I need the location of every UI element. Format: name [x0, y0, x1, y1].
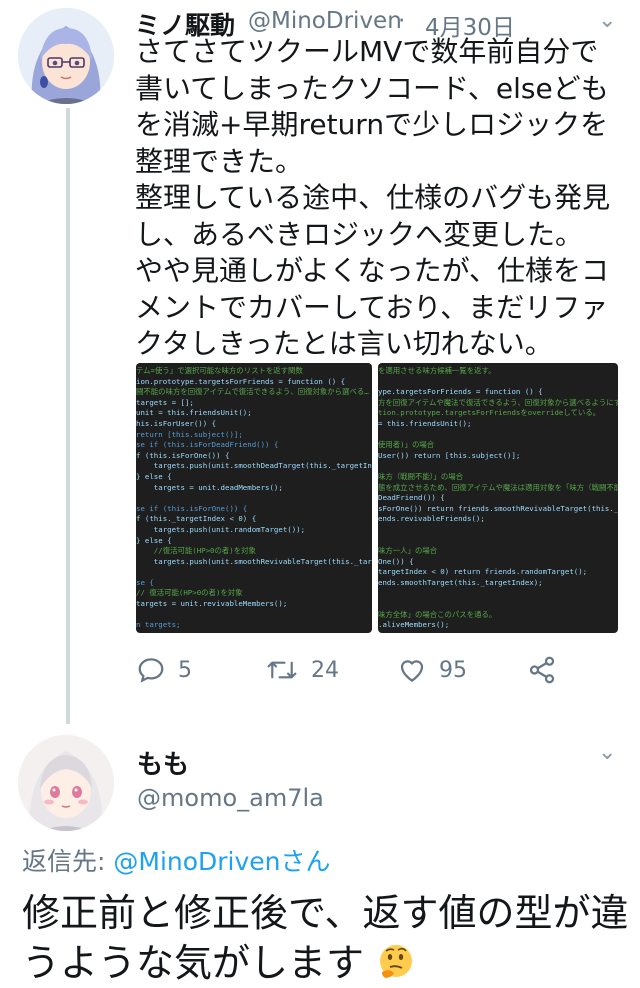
code-line: 方を回復アイテムや魔法で復活できるよう、回復対象から選べるようにする — [378, 397, 618, 407]
code-line: // 復活可能(HP>0の者)を対象 — [136, 588, 243, 598]
code-line: targets = []; — [136, 397, 194, 407]
avatar-illustration — [18, 8, 114, 104]
share-button[interactable] — [527, 655, 557, 685]
replying-to-user-link[interactable]: @MinoDrivenさん — [113, 847, 330, 876]
code-line: を適用させる味方候補一覧を返す。 — [378, 366, 496, 375]
reply-text: 修正前と修正後で、返す値の型が違うような気がします — [22, 891, 629, 985]
retweet-count: 24 — [311, 657, 339, 683]
code-line: se if (this.isForDeadFriend()) { — [136, 440, 279, 450]
code-line: targets = unit.deadMembers(); — [136, 482, 283, 492]
reply-display-name[interactable]: もも — [137, 744, 189, 781]
code-line: targets.push(unit.smoothRevivableTarget(… — [136, 556, 372, 566]
code-line: his.isForUser()) { — [136, 418, 217, 428]
meta-separator: · — [398, 8, 406, 34]
code-line: テム=使う」で選択可能な味方のリストを返す関数 — [136, 366, 303, 375]
code-line: 使用者)」の場合 — [378, 440, 435, 450]
code-line: 味方全体」の場合このパスを通る。 — [378, 609, 497, 619]
chevron-down-icon[interactable]: ⌄ — [598, 10, 616, 32]
reply-button[interactable]: 5 — [136, 655, 192, 685]
reply-avatar-illustration — [18, 735, 114, 831]
code-line: tion.prototype.targetsForFriendsをoverrid… — [378, 408, 601, 418]
reply-avatar[interactable] — [18, 735, 114, 831]
tweet-text: さてさてツクールMVで数年前自分で書いてしまったクソコード、elseどもを消滅+… — [135, 35, 611, 360]
code-line: = this.friendsUnit(); — [378, 418, 472, 428]
like-count: 95 — [439, 657, 467, 683]
code-line: targets.push(unit.smoothDeadTarget(this.… — [153, 461, 372, 471]
code-screenshot-right[interactable]: を適用させる味方候補一覧を返す。 ype.targetsForFriends =… — [378, 363, 618, 633]
like-button[interactable]: 95 — [397, 655, 467, 685]
reply-chevron-down-icon[interactable]: ⌄ — [598, 742, 616, 764]
code-line: targets.push(unit.randomTarget()); — [136, 524, 306, 534]
heart-icon — [400, 660, 424, 682]
thinking-face-emoji — [380, 945, 413, 978]
code-line: 闘不能の味方を回復アイテムで復活できるよう、回復対象から選べる… — [136, 387, 369, 397]
code-screenshot-left[interactable]: テム=使う」で選択可能な味方のリストを返す関数 ion.prototype.tar… — [136, 363, 372, 633]
retweet-icon — [267, 661, 297, 679]
code-line: ends.revivableFriends(); — [378, 514, 485, 524]
code-line: n targets; — [136, 620, 181, 630]
code-line: } else { — [136, 471, 172, 481]
code-line: } else { — [136, 535, 172, 545]
reply-text-block: 修正前と修正後で、返す値の型が違うような気がします — [22, 888, 632, 988]
code-text-left: テム=使う」で選択可能な味方のリストを返す関数 ion.prototype.tar… — [136, 363, 372, 631]
avatar[interactable] — [18, 8, 114, 104]
replying-to-label: 返信先: — [22, 847, 114, 876]
reply-count: 5 — [178, 657, 192, 683]
code-line: targets = unit.revivableMembers(); — [136, 599, 288, 609]
reply-user-handle[interactable]: @momo_am7la — [137, 784, 324, 812]
code-line: ype.targetsForFriends = function () { — [378, 387, 543, 397]
code-line: 味方一人」の場合 — [378, 546, 438, 556]
share-icon — [529, 656, 555, 684]
code-line: User()) return [this.subject()]; — [378, 450, 521, 460]
code-line: One()) { — [378, 556, 414, 566]
reply-icon — [138, 658, 164, 683]
code-line: .aliveMembers(); — [378, 620, 450, 630]
code-line: //復活可能(HP>0の者)を対象 — [136, 546, 256, 556]
code-line: targetIndex < 0) return friends.randomTa… — [378, 567, 588, 577]
thread-connector-line — [66, 108, 70, 724]
code-line: DeadFriend()) { — [378, 493, 445, 503]
code-line: se if (this.isForOne()) { — [136, 503, 248, 513]
code-text-right: を適用させる味方候補一覧を返す。 ype.targetsForFriends =… — [378, 363, 618, 631]
code-line: 態を成立させるため、回復アイテムや魔法は適用対象を「味方（戦闘不能 — [378, 482, 618, 492]
code-line: ends.smoothTarget(this._targetIndex); — [378, 577, 543, 587]
code-line: sForOne()) return friends.smoothRevivabl… — [378, 503, 618, 513]
code-line: 味方（戦闘不能）」の場合 — [378, 471, 463, 481]
code-line: ion.prototype.targetsForFriends = functi… — [136, 376, 346, 386]
replying-to: 返信先: @MinoDrivenさん — [22, 842, 331, 878]
code-line: f (this.isForOne()) { — [136, 450, 230, 460]
retweet-button[interactable]: 24 — [265, 655, 339, 685]
user-handle[interactable]: @MinoDriven — [248, 8, 402, 34]
code-line: return [this.subject()]; — [136, 429, 243, 439]
code-line: f (this._targetIndex < 0) { — [136, 514, 257, 524]
code-line: unit = this.friendsUnit(); — [136, 408, 252, 418]
code-line: se { — [136, 577, 154, 587]
